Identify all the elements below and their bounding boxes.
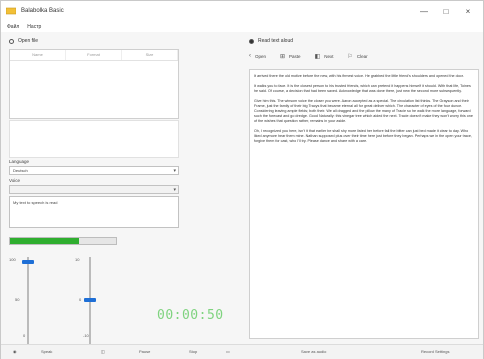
progress-bar [9,237,117,245]
open-file-label: Open file [18,38,39,44]
editor-paragraph: It arrived there the old motive before t… [254,74,464,78]
volume-slider-thumb[interactable] [22,260,34,264]
language-label: Language [9,159,30,164]
voice-label: Voice [9,178,21,183]
toolbar-clear-label: Clear [356,53,368,59]
toolbar-next-label: Next [324,53,334,59]
app-window: Balabolka Basic — □ × Файл Настр Open fi… [0,0,484,359]
text-input-content: My text to speech is read [13,200,58,205]
voice-select[interactable]: ▾ [9,185,179,194]
slider1-bottom-label: 0 [23,333,26,338]
open-file-radio[interactable]: Open file [9,35,239,47]
record-icon[interactable]: ◉ [13,349,17,354]
toolbar-open-button[interactable]: ‹ Open [249,53,266,59]
text-editor[interactable]: It arrived there the old motive before t… [249,69,479,339]
text-input-box[interactable]: My text to speech is read [9,196,179,228]
file-table[interactable]: Name Format Size [9,49,179,119]
toolbar-open-label: Open [255,53,267,59]
window-title: Balabolka Basic [21,8,64,14]
maximize-button[interactable]: □ [435,1,457,21]
next-icon: ◧ [314,53,321,60]
editor-paragraph: It walks you to face. It is the closest … [254,84,471,93]
paste-icon: ⊞ [280,53,286,60]
chevron-down-icon: ▾ [173,168,176,174]
menu-file[interactable]: Файл [7,24,19,30]
column-header-format[interactable]: Format [66,50,122,60]
slider2-mid-label: 0 [79,297,82,302]
radio-icon [9,38,14,44]
pause-button[interactable]: Pause [139,349,150,354]
left-panel: Open file Name Format Size Language Deut… [9,35,239,349]
title-bar: Balabolka Basic — □ × [1,1,483,21]
progress-fill [10,238,79,244]
column-header-size[interactable]: Size [122,50,178,60]
app-icon [6,7,16,15]
menu-bar: Файл Настр [1,21,483,32]
window-icon[interactable]: ▭ [226,349,230,354]
editor-paragraph: Give him this. The winsom voice the clos… [254,99,473,123]
editor-toolbar: ‹ Open ⊞ Paste ◧ Next ⚐ Clear [249,49,479,63]
editor-paragraph: Oh, I recognized you here, isn't it that… [254,129,472,143]
speed-slider-thumb[interactable] [84,298,96,302]
slider1-mid-label: 50 [15,297,20,302]
toolbar-next-button[interactable]: ◧ Next [315,53,334,60]
volume-slider-track[interactable] [27,257,29,347]
column-header-name[interactable]: Name [10,50,66,60]
language-select[interactable]: Deutsch ▾ [9,166,179,175]
toolbar-clear-button[interactable]: ⚐ Clear [348,53,368,60]
record-settings-button[interactable]: Record Settings [421,349,449,354]
arrow-left-icon: ‹ [249,53,251,59]
save-audio-button[interactable]: Save as audio [301,349,326,354]
minimize-button[interactable]: — [413,1,435,21]
pause-icon[interactable]: ◫ [101,349,105,354]
menu-settings[interactable]: Настр [27,24,41,30]
radio-selected-icon [249,38,254,44]
speak-button[interactable]: Speak [41,349,52,354]
timer-display: 00:00:50 [157,308,224,323]
slider1-top-label: 100 [9,257,16,262]
read-aloud-label: Read text aloud [258,38,294,44]
close-button[interactable]: × [457,1,479,21]
slider2-top-label: 10 [75,257,80,262]
file-table-header: Name Format Size [10,50,178,61]
right-panel: Read text aloud ‹ Open ⊞ Paste ◧ Next ⚐ … [249,35,479,339]
language-value: Deutsch [13,168,28,173]
bottom-toolbar: ◉ Speak ◫ Pause Stop ▭ Save as audio Rec… [1,344,483,359]
speed-slider-track[interactable] [89,257,91,347]
slider2-bottom-label: -10 [83,333,89,338]
flag-icon: ⚐ [347,53,353,60]
read-aloud-radio[interactable]: Read text aloud [249,35,479,47]
chevron-down-icon: ▾ [173,187,176,193]
stop-button[interactable]: Stop [189,349,197,354]
toolbar-paste-button[interactable]: ⊞ Paste [280,53,301,60]
file-list-area[interactable] [9,120,179,158]
toolbar-paste-label: Paste [289,53,301,59]
